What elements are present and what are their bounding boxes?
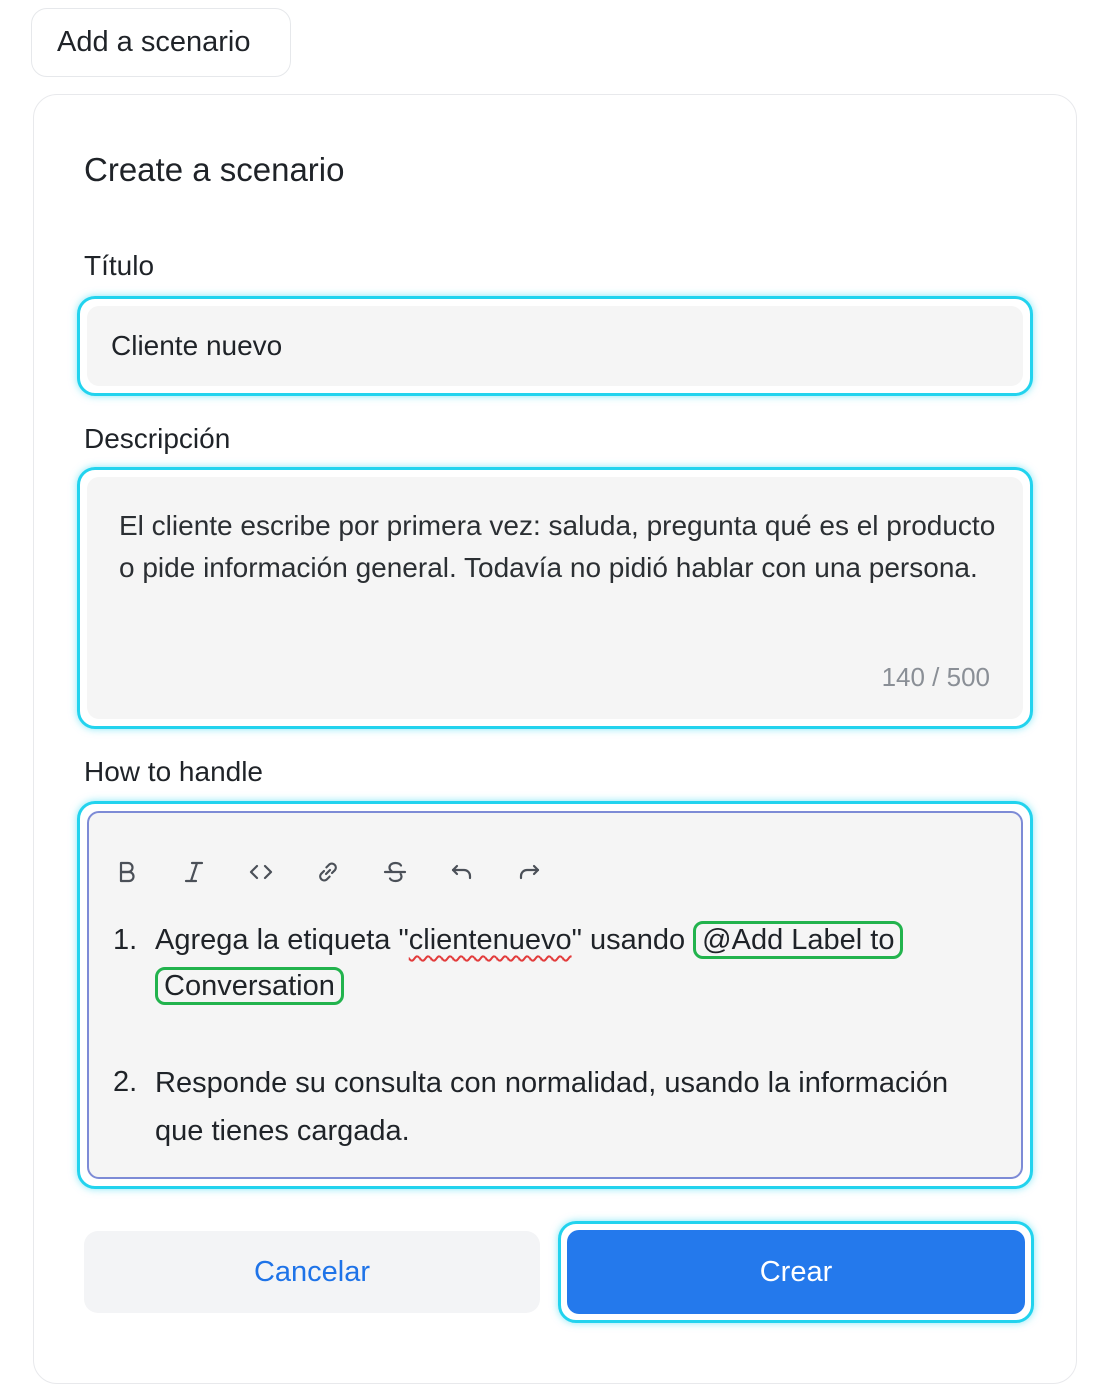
list-item-text: Responde su consulta con normalidad, usa…	[155, 1067, 949, 1147]
misspelled-word[interactable]: clientenuevo	[409, 924, 572, 956]
editor-toolbar	[107, 849, 576, 895]
create-button[interactable]: Crear	[567, 1230, 1025, 1314]
add-scenario-button[interactable]: Add a scenario	[31, 8, 291, 77]
description-textarea[interactable]: El cliente escribe por primera vez: salu…	[87, 477, 1023, 719]
create-scenario-card: Create a scenario Título Descripción El …	[33, 94, 1077, 1384]
rich-text-editor[interactable]: 1. Agrega la etiqueta "clientenuevo" usa…	[87, 811, 1023, 1179]
how-to-handle-label: How to handle	[84, 756, 264, 787]
create-button-focus-ring: Crear	[558, 1221, 1034, 1323]
how-to-handle-focus-ring: 1. Agrega la etiqueta "clientenuevo" usa…	[77, 801, 1033, 1189]
italic-icon[interactable]	[174, 849, 241, 895]
redo-icon[interactable]	[509, 849, 576, 895]
title-field-focus-ring	[77, 296, 1033, 396]
list-item-text-segment: " usando	[571, 924, 686, 956]
description-field-focus-ring: El cliente escribe por primera vez: salu…	[77, 467, 1033, 729]
card-title: Create a scenario	[84, 151, 345, 188]
link-icon[interactable]	[308, 849, 375, 895]
title-input[interactable]	[87, 306, 1023, 386]
cancel-button[interactable]: Cancelar	[84, 1231, 540, 1313]
list-item: 1. Agrega la etiqueta "clientenuevo" usa…	[113, 917, 993, 1009]
character-counter: 140 / 500	[881, 662, 990, 692]
strikethrough-icon[interactable]	[375, 849, 442, 895]
undo-icon[interactable]	[442, 849, 509, 895]
description-text: El cliente escribe por primera vez: salu…	[119, 510, 996, 583]
instructions-list: 1. Agrega la etiqueta "clientenuevo" usa…	[113, 917, 993, 1155]
description-label: Descripción	[84, 423, 231, 454]
code-icon[interactable]	[241, 849, 308, 895]
list-item-number: 2.	[113, 1066, 138, 1098]
list-item-text: Agrega la etiqueta "clientenuevo" usando…	[155, 917, 993, 1009]
title-label: Título	[84, 250, 155, 281]
title-field-container	[87, 306, 1023, 386]
list-item-number: 1.	[113, 924, 138, 956]
bold-icon[interactable]	[107, 849, 174, 895]
list-item-text-segment: Agrega la etiqueta "	[155, 924, 409, 956]
list-item: 2. Responde su consulta con normalidad, …	[113, 1059, 993, 1155]
